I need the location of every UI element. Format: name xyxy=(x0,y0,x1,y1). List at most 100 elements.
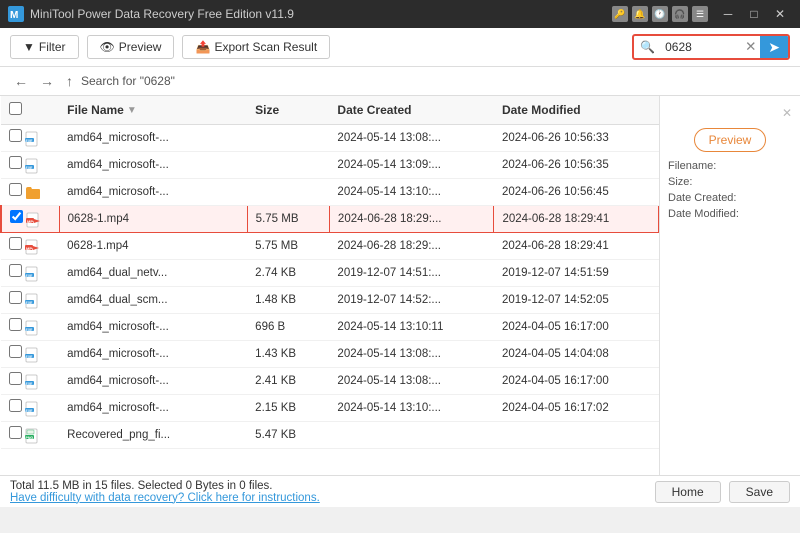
table-row[interactable]: MP4 0628-1.mp45.75 MB2024-06-28 18:29:..… xyxy=(1,232,659,259)
table-row[interactable]: EXE amd64_microsoft-...2024-05-14 13:08:… xyxy=(1,125,659,152)
checkbox-cell: EXE xyxy=(1,151,59,178)
row-checkbox[interactable] xyxy=(9,345,22,358)
row-checkbox[interactable] xyxy=(9,237,22,250)
file-created-cell: 2024-05-14 13:10:11 xyxy=(329,313,494,340)
file-created-cell: 2019-12-07 14:52:... xyxy=(329,286,494,313)
maximize-button[interactable]: □ xyxy=(742,4,766,24)
key-icon: 🔑 xyxy=(612,6,628,22)
close-button[interactable]: ✕ xyxy=(768,4,792,24)
file-modified-cell: 2024-04-05 14:04:08 xyxy=(494,340,659,367)
home-button[interactable]: Home xyxy=(655,481,721,503)
header-size[interactable]: Size xyxy=(247,96,329,125)
table-row[interactable]: EXE amd64_dual_netv...2.74 KB2019-12-07 … xyxy=(1,259,659,286)
nav-bar: ← → ↑ Search for "0628" xyxy=(0,67,800,96)
table-row[interactable]: EXE amd64_dual_scm...1.48 KB2019-12-07 1… xyxy=(1,286,659,313)
table-row[interactable]: EXE amd64_microsoft-...2.15 KB2024-05-14… xyxy=(1,394,659,421)
bell-icon: 🔔 xyxy=(632,6,648,22)
table-row[interactable]: EXE amd64_microsoft-...696 B2024-05-14 1… xyxy=(1,313,659,340)
row-checkbox[interactable] xyxy=(9,399,22,412)
table-row[interactable]: EXE amd64_microsoft-...2.41 KB2024-05-14… xyxy=(1,367,659,394)
file-name-cell: amd64_dual_scm... xyxy=(59,286,247,313)
date-modified-label: Date Modified: xyxy=(668,208,739,220)
preview-info: Filename: Size: Date Created: Date Modif… xyxy=(668,160,792,224)
table-row[interactable]: EXE amd64_microsoft-...2024-05-14 13:09:… xyxy=(1,151,659,178)
file-type-icon: PNG xyxy=(25,428,41,444)
menu-icon[interactable]: ☰ xyxy=(692,6,708,22)
checkbox-cell: EXE xyxy=(1,394,59,421)
app-wrapper: M MiniTool Power Data Recovery Free Edit… xyxy=(0,0,800,533)
row-checkbox[interactable] xyxy=(9,426,22,439)
row-checkbox[interactable] xyxy=(9,264,22,277)
file-type-icon: EXE xyxy=(25,347,41,363)
svg-text:EXE: EXE xyxy=(26,409,34,413)
header-filename[interactable]: File Name ▼ xyxy=(59,96,247,125)
back-button[interactable]: ← xyxy=(10,71,32,91)
file-created-cell: 2019-12-07 14:51:... xyxy=(329,259,494,286)
select-all-checkbox[interactable] xyxy=(9,102,22,115)
filter-button[interactable]: ▼ Filter xyxy=(10,35,79,59)
row-checkbox[interactable] xyxy=(9,291,22,304)
forward-button[interactable]: → xyxy=(36,71,58,91)
row-checkbox[interactable] xyxy=(9,183,22,196)
file-type-icon: EXE xyxy=(25,293,41,309)
file-size-cell: 2.74 KB xyxy=(247,259,329,286)
table-row[interactable]: PNG Recovered_png_fi...5.47 KB xyxy=(1,421,659,448)
row-checkbox[interactable] xyxy=(9,372,22,385)
checkbox-cell: EXE xyxy=(1,313,59,340)
export-button[interactable]: 📤 Export Scan Result xyxy=(182,35,330,59)
tray-icons: 🔑 🔔 🕐 🎧 ☰ xyxy=(612,6,708,22)
file-size-cell: 2.41 KB xyxy=(247,367,329,394)
header-date-created[interactable]: Date Created xyxy=(329,96,494,125)
file-size-cell: 1.43 KB xyxy=(247,340,329,367)
file-type-icon: EXE xyxy=(25,374,41,390)
file-size-cell xyxy=(247,125,329,152)
toolbar: ▼ Filter 👁 Preview 📤 Export Scan Result … xyxy=(0,28,800,67)
file-table-body: EXE amd64_microsoft-...2024-05-14 13:08:… xyxy=(1,125,659,449)
file-name-cell: amd64_microsoft-... xyxy=(59,340,247,367)
row-checkbox[interactable] xyxy=(9,129,22,142)
save-button[interactable]: Save xyxy=(729,481,790,503)
close-panel-icon[interactable]: ✕ xyxy=(782,106,792,120)
table-row[interactable]: amd64_microsoft-...2024-05-14 13:10:...2… xyxy=(1,178,659,205)
header-date-modified[interactable]: Date Modified xyxy=(494,96,659,125)
svg-text:EXE: EXE xyxy=(26,355,34,359)
preview-panel-button[interactable]: Preview xyxy=(694,128,767,152)
svg-text:EXE: EXE xyxy=(26,301,34,305)
headset-icon: 🎧 xyxy=(672,6,688,22)
file-size-cell: 5.75 MB xyxy=(247,232,329,259)
file-type-icon xyxy=(25,185,41,201)
file-size-cell: 696 B xyxy=(247,313,329,340)
file-name-cell: amd64_microsoft-... xyxy=(59,313,247,340)
search-icon: 🔍 xyxy=(634,40,661,54)
search-go-button[interactable]: ➤ xyxy=(760,36,788,58)
file-size-cell: 2.15 KB xyxy=(247,394,329,421)
table-row[interactable]: EXE amd64_microsoft-...1.43 KB2024-05-14… xyxy=(1,340,659,367)
file-modified-cell: 2019-12-07 14:52:05 xyxy=(494,286,659,313)
search-clear-button[interactable]: ✕ xyxy=(741,39,760,55)
row-checkbox[interactable] xyxy=(9,318,22,331)
file-list-container[interactable]: File Name ▼ Size Date Created Date Modif… xyxy=(0,96,660,475)
date-created-label: Date Created: xyxy=(668,192,736,204)
filter-label: Filter xyxy=(39,40,66,54)
right-panel: ✕ Preview Filename: Size: Date Created: … xyxy=(660,96,800,475)
svg-text:EXE: EXE xyxy=(26,382,34,386)
up-button[interactable]: ↑ xyxy=(62,71,77,91)
svg-text:EXE: EXE xyxy=(26,166,34,170)
file-modified-cell: 2024-06-28 18:29:41 xyxy=(494,205,659,232)
title-bar: M MiniTool Power Data Recovery Free Edit… xyxy=(0,0,800,28)
file-created-cell: 2024-06-28 18:29:... xyxy=(329,232,494,259)
preview-toolbar-button[interactable]: 👁 Preview xyxy=(87,35,175,59)
minimize-button[interactable]: ─ xyxy=(716,4,740,24)
eye-icon: 👁 xyxy=(100,40,115,54)
row-checkbox[interactable] xyxy=(10,210,23,223)
search-input[interactable] xyxy=(661,40,741,54)
row-checkbox[interactable] xyxy=(9,156,22,169)
filename-label: Filename: xyxy=(668,160,716,172)
file-modified-cell xyxy=(494,421,659,448)
file-created-cell: 2024-05-14 13:10:... xyxy=(329,178,494,205)
file-type-icon: MP4 xyxy=(26,212,42,228)
help-link[interactable]: Have difficulty with data recovery? Clic… xyxy=(10,492,320,504)
file-type-icon: EXE xyxy=(25,158,41,174)
table-row[interactable]: MP4 0628-1.mp45.75 MB2024-06-28 18:29:..… xyxy=(1,205,659,232)
file-modified-cell: 2024-06-28 18:29:41 xyxy=(494,232,659,259)
